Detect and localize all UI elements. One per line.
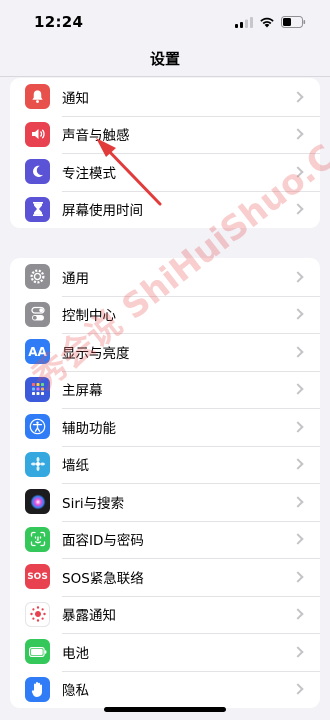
face-id-icon [25,526,50,552]
status-bar: 12:24 [0,0,330,44]
settings-row-emergency-sos[interactable]: SOS SOS紧急联络 [10,558,320,596]
settings-row-label: 控制中心 [62,308,116,325]
settings-row-general[interactable]: 通用 [10,258,320,296]
settings-row-label: 墙纸 [62,458,89,475]
settings-row-label: 专注模式 [62,165,116,182]
page-title: 设置 [149,50,180,68]
settings-row-label: 主屏幕 [62,383,103,400]
chevron-right-icon [292,203,304,215]
status-icons [235,16,306,28]
chevron-right-icon [292,308,304,320]
moon-icon [25,159,50,185]
settings-row-display-brightness[interactable]: AA 显示与亮度 [10,333,320,371]
chevron-right-icon [292,458,304,470]
settings-group-1: 通知 声音与触感 专注模式 屏幕使用时间 [10,78,320,228]
chevron-right-icon [292,683,304,695]
home-indicator [104,707,226,712]
settings-row-notifications[interactable]: 通知 [10,78,320,116]
settings-row-screen-time[interactable]: 屏幕使用时间 [10,190,320,229]
battery-status-icon [281,16,306,28]
cellular-signal-icon [235,16,253,28]
battery-icon [25,639,50,665]
settings-row-label: 暴露通知 [62,608,116,625]
settings-row-label: 屏幕使用时间 [62,203,143,220]
chevron-right-icon [292,608,304,620]
settings-group-2: 通用 控制中心 AA 显示与亮度 主屏幕 辅助功能 墙纸 Siri与搜索 面容I… [10,258,320,708]
settings-row-label: 通知 [62,90,89,107]
chevron-right-icon [292,166,304,178]
sos-icon: SOS [25,564,50,590]
header-divider [0,76,330,77]
gear-icon [25,264,50,290]
settings-row-sounds[interactable]: 声音与触感 [10,115,320,154]
accessibility-icon [25,414,50,440]
settings-row-exposure-notifications[interactable]: 暴露通知 [10,595,320,634]
settings-row-label: 面容ID与密码 [62,533,144,550]
settings-row-wallpaper[interactable]: 墙纸 [10,445,320,484]
chevron-right-icon [292,383,304,395]
settings-row-label: 隐私 [62,683,89,700]
chevron-right-icon [292,271,304,283]
settings-row-control-center[interactable]: 控制中心 [10,295,320,334]
text-size-icon: AA [25,339,50,365]
wifi-icon [260,17,274,28]
chevron-right-icon [292,646,304,658]
settings-row-label: 显示与亮度 [62,345,130,362]
speaker-icon [25,121,50,147]
settings-row-privacy[interactable]: 隐私 [10,670,320,709]
settings-row-home-screen[interactable]: 主屏幕 [10,370,320,409]
siri-icon [25,489,50,515]
settings-row-face-id-passcode[interactable]: 面容ID与密码 [10,520,320,559]
settings-row-label: 辅助功能 [62,420,116,437]
settings-row-label: 电池 [62,645,89,662]
chevron-right-icon [292,91,304,103]
toggles-icon [25,301,50,327]
bell-icon [25,84,50,110]
hand-icon [25,676,50,702]
chevron-right-icon [292,346,304,358]
home-grid-icon [25,376,50,402]
chevron-right-icon [292,128,304,140]
settings-row-battery[interactable]: 电池 [10,633,320,671]
settings-row-label: SOS紧急联络 [62,570,144,587]
settings-row-label: 声音与触感 [62,128,130,145]
exposure-icon [25,601,50,627]
wallpaper-icon [25,451,50,477]
settings-row-siri-search[interactable]: Siri与搜索 [10,483,320,521]
settings-row-accessibility[interactable]: 辅助功能 [10,408,320,446]
settings-row-label: 通用 [62,270,89,287]
chevron-right-icon [292,496,304,508]
status-time: 12:24 [34,13,84,31]
chevron-right-icon [292,571,304,583]
chevron-right-icon [292,533,304,545]
chevron-right-icon [292,421,304,433]
settings-row-label: Siri与搜索 [62,495,125,512]
settings-row-focus[interactable]: 专注模式 [10,153,320,191]
hourglass-icon [25,196,50,222]
